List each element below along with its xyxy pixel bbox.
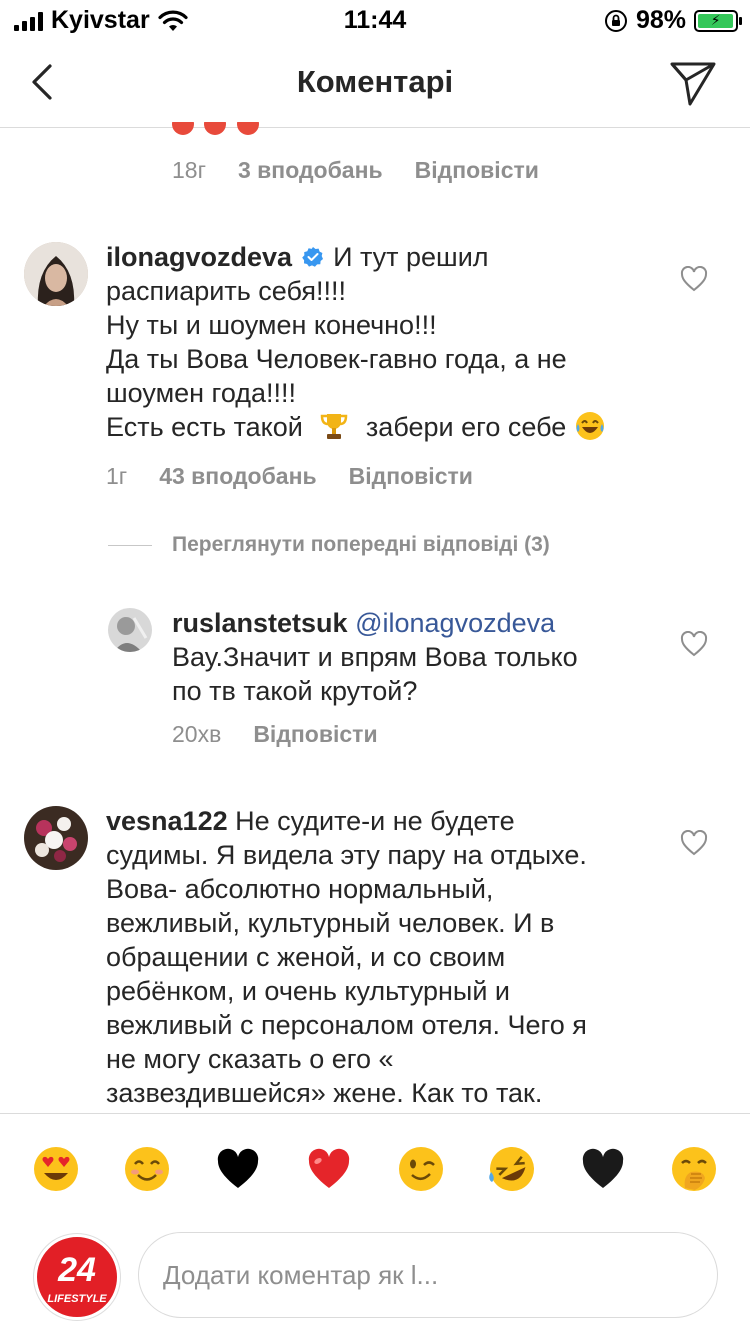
account-avatar[interactable]: 24 LIFESTYLE xyxy=(34,1234,120,1320)
comment-line: И тут решил xyxy=(333,242,489,272)
logo-number: 24 xyxy=(58,1251,96,1289)
heart-eyes-emoji-icon[interactable] xyxy=(31,1144,81,1194)
orientation-lock-icon xyxy=(604,9,627,32)
tears-of-joy-emoji-icon xyxy=(575,412,604,440)
comment-time: 1г xyxy=(106,463,128,489)
comment-username[interactable]: ilonagvozdeva xyxy=(106,242,292,272)
battery-percent: 98% xyxy=(635,6,686,34)
comment-line: ребёнком, и очень культурный и xyxy=(106,976,510,1006)
like-heart-icon[interactable] xyxy=(680,266,708,292)
mention-link[interactable]: @ilonagvozdeva xyxy=(355,608,555,638)
view-previous-replies-button[interactable]: Переглянути попередні відповіді (3) xyxy=(108,533,550,557)
rolling-laughing-emoji-icon[interactable] xyxy=(487,1144,537,1194)
comment-line: по тв такой крутой? xyxy=(172,676,418,706)
comment-line: шоумен года!!!! xyxy=(106,378,297,408)
comment-username[interactable]: ruslanstetsuk xyxy=(172,608,348,638)
comment-line: вежливый, культурный человек. И в xyxy=(106,908,555,938)
verified-badge-icon xyxy=(301,247,323,267)
black-heart-icon[interactable] xyxy=(213,1144,263,1194)
comment-line: Не судите-и не будете xyxy=(235,806,515,836)
comment-meta: 20хв Відповісти xyxy=(172,721,378,748)
avatar[interactable] xyxy=(24,242,88,306)
comment-meta: 18г 3 вподобань Відповісти xyxy=(172,157,539,184)
like-count-button[interactable]: 43 вподобань xyxy=(159,463,316,490)
avatar[interactable] xyxy=(108,608,152,652)
reply-button[interactable]: Відповісти xyxy=(253,721,377,748)
divider-line xyxy=(108,544,152,546)
comment-body: ilonagvozdeva И тут решил распиарить себ… xyxy=(106,240,696,444)
comment-line: Вова- абсолютно нормальный, xyxy=(106,874,494,904)
comment-line: распиарить себя!!!! xyxy=(106,276,346,306)
comment-line: Вау.Значит и впрям Вова только xyxy=(172,642,578,672)
like-heart-icon[interactable] xyxy=(680,631,708,657)
red-heart-icon[interactable] xyxy=(304,1144,354,1194)
comment-body: vesna122 Не судите-и не будете судимы. Я… xyxy=(106,804,696,1110)
comment-line: обращении с женой, и со своим xyxy=(106,942,506,972)
battery-icon: ⚡ xyxy=(694,9,742,32)
avatar[interactable] xyxy=(24,806,88,870)
comment-line: зазвездившейся» жене. Как то так. xyxy=(106,1078,543,1108)
comment-line: не могу сказать о его « xyxy=(106,1044,394,1074)
reply-button[interactable]: Відповісти xyxy=(415,157,539,184)
navigation-bar: Коментарі xyxy=(0,40,750,128)
comment-time: 18г xyxy=(172,157,206,183)
black-heart-icon[interactable] xyxy=(578,1144,628,1194)
comment-input[interactable]: Додати коментар як l... xyxy=(138,1232,718,1318)
paper-plane-icon[interactable] xyxy=(668,58,718,108)
trophy-icon xyxy=(321,414,348,439)
view-previous-replies-label: Переглянути попередні відповіді (3) xyxy=(172,533,550,556)
reply-button[interactable]: Відповісти xyxy=(349,463,473,490)
comment-line: Ну ты и шоумен конечно!!! xyxy=(106,310,437,340)
status-bar: Kyivstar 11:44 98% ⚡ xyxy=(0,0,750,40)
logo-subtitle: LIFESTYLE xyxy=(47,1293,107,1305)
page-title: Коментарі xyxy=(296,64,454,99)
comment-line: Да ты Вова Человек-гавно года, а не xyxy=(106,344,567,374)
like-count-button[interactable]: 3 вподобань xyxy=(238,157,383,184)
winking-face-emoji-icon[interactable] xyxy=(396,1144,446,1194)
like-heart-icon[interactable] xyxy=(680,830,708,856)
cropped-emoji-row xyxy=(172,122,282,136)
comment-meta: 1г 43 вподобань Відповісти xyxy=(106,463,473,490)
comment-line: Есть есть такой xyxy=(106,412,303,442)
status-right: 98% ⚡ xyxy=(604,6,742,35)
comment-body: ruslanstetsuk @ilonagvozdeva Вау.Значит … xyxy=(172,606,672,708)
comment-time: 20хв xyxy=(172,721,222,747)
comment-line: забери его себе xyxy=(365,412,567,442)
comment-username[interactable]: vesna122 xyxy=(106,806,228,836)
comment-line: судимы. Я видела эту пару на отдыхе. xyxy=(106,840,587,870)
smiling-face-emoji-icon[interactable] xyxy=(122,1144,172,1194)
emoji-quick-bar xyxy=(0,1113,750,1223)
face-hand-over-mouth-emoji-icon[interactable] xyxy=(669,1144,719,1194)
comment-line: вежливый с персоналом отеля. Чего я xyxy=(106,1010,587,1040)
comment-input-placeholder: Додати коментар як l... xyxy=(163,1259,439,1290)
comment-composer: 24 LIFESTYLE Додати коментар як l... xyxy=(0,1222,750,1334)
